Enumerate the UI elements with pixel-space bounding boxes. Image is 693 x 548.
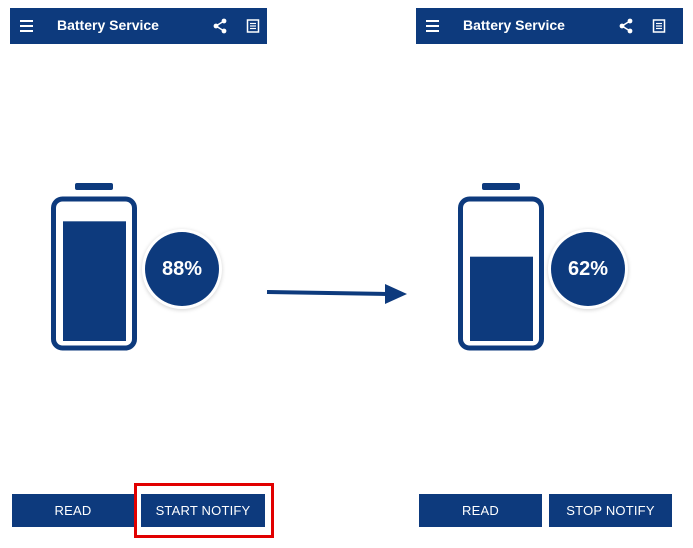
read-button[interactable]: READ: [12, 494, 134, 527]
hamburger-menu-icon[interactable]: [20, 17, 34, 35]
app-title: Battery Service: [463, 17, 565, 33]
battery-icon: [458, 183, 544, 351]
start-notify-button[interactable]: START NOTIFY: [141, 494, 265, 527]
stop-notify-button[interactable]: STOP NOTIFY: [549, 494, 672, 527]
read-button[interactable]: READ: [419, 494, 542, 527]
left-screen: Battery Service 88% READ START NOTIFY: [0, 0, 280, 548]
arrow-right-icon: [266, 284, 407, 304]
app-bar: Battery Service: [10, 8, 267, 44]
document-icon[interactable]: [652, 17, 666, 35]
document-icon[interactable]: [246, 17, 260, 35]
share-icon[interactable]: [618, 17, 634, 35]
battery-percent-badge: 88%: [145, 232, 219, 306]
battery-icon: [51, 183, 137, 351]
app-bar: Battery Service: [416, 8, 683, 44]
battery-level-fill: [470, 256, 533, 341]
battery-level-fill: [63, 221, 126, 341]
hamburger-menu-icon[interactable]: [426, 17, 440, 35]
share-icon[interactable]: [212, 17, 228, 35]
right-screen: Battery Service 62% READ STOP NOTIFY: [410, 0, 693, 548]
battery-percent-badge: 62%: [551, 232, 625, 306]
app-title: Battery Service: [57, 17, 159, 33]
